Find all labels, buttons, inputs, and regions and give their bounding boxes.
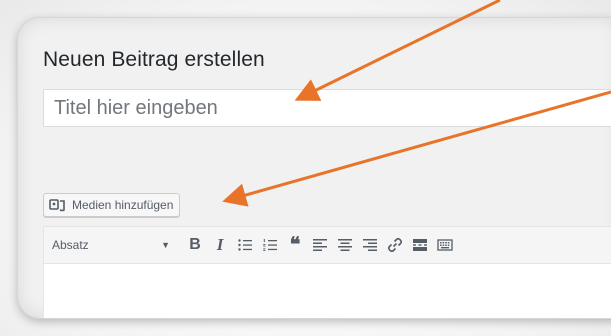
toolbar-toggle-button[interactable] [434,233,456,257]
align-center-button[interactable] [334,233,356,257]
bullet-list-button[interactable] [234,233,256,257]
align-left-icon [313,239,327,251]
content-text-area[interactable] [44,264,611,318]
blockquote-icon: ❝ [289,234,301,256]
align-left-button[interactable] [309,233,331,257]
chevron-down-icon: ▼ [161,240,170,250]
format-select[interactable]: Absatz ▼ [48,233,174,257]
numbered-list-button[interactable] [259,233,281,257]
editor-card: Neuen Beitrag erstellen Medien hinzufüge… [18,18,611,318]
add-media-button[interactable]: Medien hinzufügen [43,193,181,217]
align-right-icon [363,239,377,251]
media-icon [49,198,67,212]
link-icon [387,237,403,253]
italic-icon: I [216,235,224,254]
bullet-list-icon [238,239,252,251]
align-right-button[interactable] [359,233,381,257]
blockquote-button[interactable]: ❝ [284,233,306,257]
add-media-label: Medien hinzufügen [72,198,174,212]
read-more-icon [413,239,427,251]
post-title-input[interactable] [43,89,611,127]
bold-icon: B [189,236,201,253]
link-button[interactable] [384,233,406,257]
editor-toolbar: Absatz ▼ B I ❝ [44,227,611,264]
content-editor: Absatz ▼ B I ❝ [43,226,611,318]
numbered-list-icon [263,239,277,251]
align-center-icon [338,239,352,251]
read-more-button[interactable] [409,233,431,257]
bold-button[interactable]: B [184,233,206,257]
italic-button[interactable]: I [209,233,231,257]
page-title: Neuen Beitrag erstellen [43,48,265,71]
format-select-value: Absatz [52,238,89,252]
toolbar-toggle-icon [437,239,453,251]
